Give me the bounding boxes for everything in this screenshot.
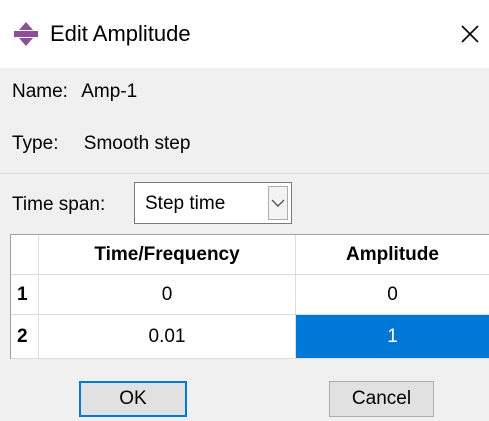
close-button[interactable] — [450, 14, 489, 54]
type-value: Smooth step — [83, 133, 191, 154]
type-row: Type: Smooth step — [12, 132, 190, 156]
table-cell-time[interactable]: 0.01 — [39, 315, 296, 359]
amplitude-app-icon — [14, 22, 38, 46]
time-span-value: Step time — [145, 193, 226, 214]
row-header[interactable]: 2 — [11, 315, 39, 359]
table-cell-amplitude-selected[interactable]: 1 — [296, 315, 489, 359]
column-header-amplitude[interactable]: Amplitude — [296, 235, 489, 275]
time-span-label: Time span: — [12, 194, 106, 215]
table-cell-time[interactable]: 0 — [39, 275, 296, 315]
time-span-dropdown-button[interactable] — [268, 186, 288, 220]
column-header-time[interactable]: Time/Frequency — [39, 235, 296, 275]
name-row: Name: Amp-1 — [12, 80, 137, 104]
dialog-title: Edit Amplitude — [50, 21, 191, 46]
ok-button[interactable]: OK — [79, 381, 187, 417]
type-label: Type: — [12, 133, 59, 154]
cancel-button[interactable]: Cancel — [329, 381, 434, 417]
table-corner-cell — [11, 235, 39, 275]
name-value: Amp-1 — [81, 81, 138, 102]
amplitude-table: Time/Frequency Amplitude 1 0 0 2 0.01 1 — [10, 234, 489, 359]
row-header[interactable]: 1 — [11, 275, 39, 315]
time-span-select[interactable]: Step time — [134, 182, 292, 224]
chevron-down-icon — [271, 199, 285, 207]
section-divider — [0, 173, 489, 174]
table-cell-amplitude[interactable]: 0 — [296, 275, 489, 315]
close-icon — [460, 25, 479, 43]
name-label: Name: — [12, 81, 68, 102]
title-bar: Edit Amplitude — [0, 0, 489, 68]
dialog-body: Name: Amp-1 Type: Smooth step Time span:… — [0, 68, 489, 421]
